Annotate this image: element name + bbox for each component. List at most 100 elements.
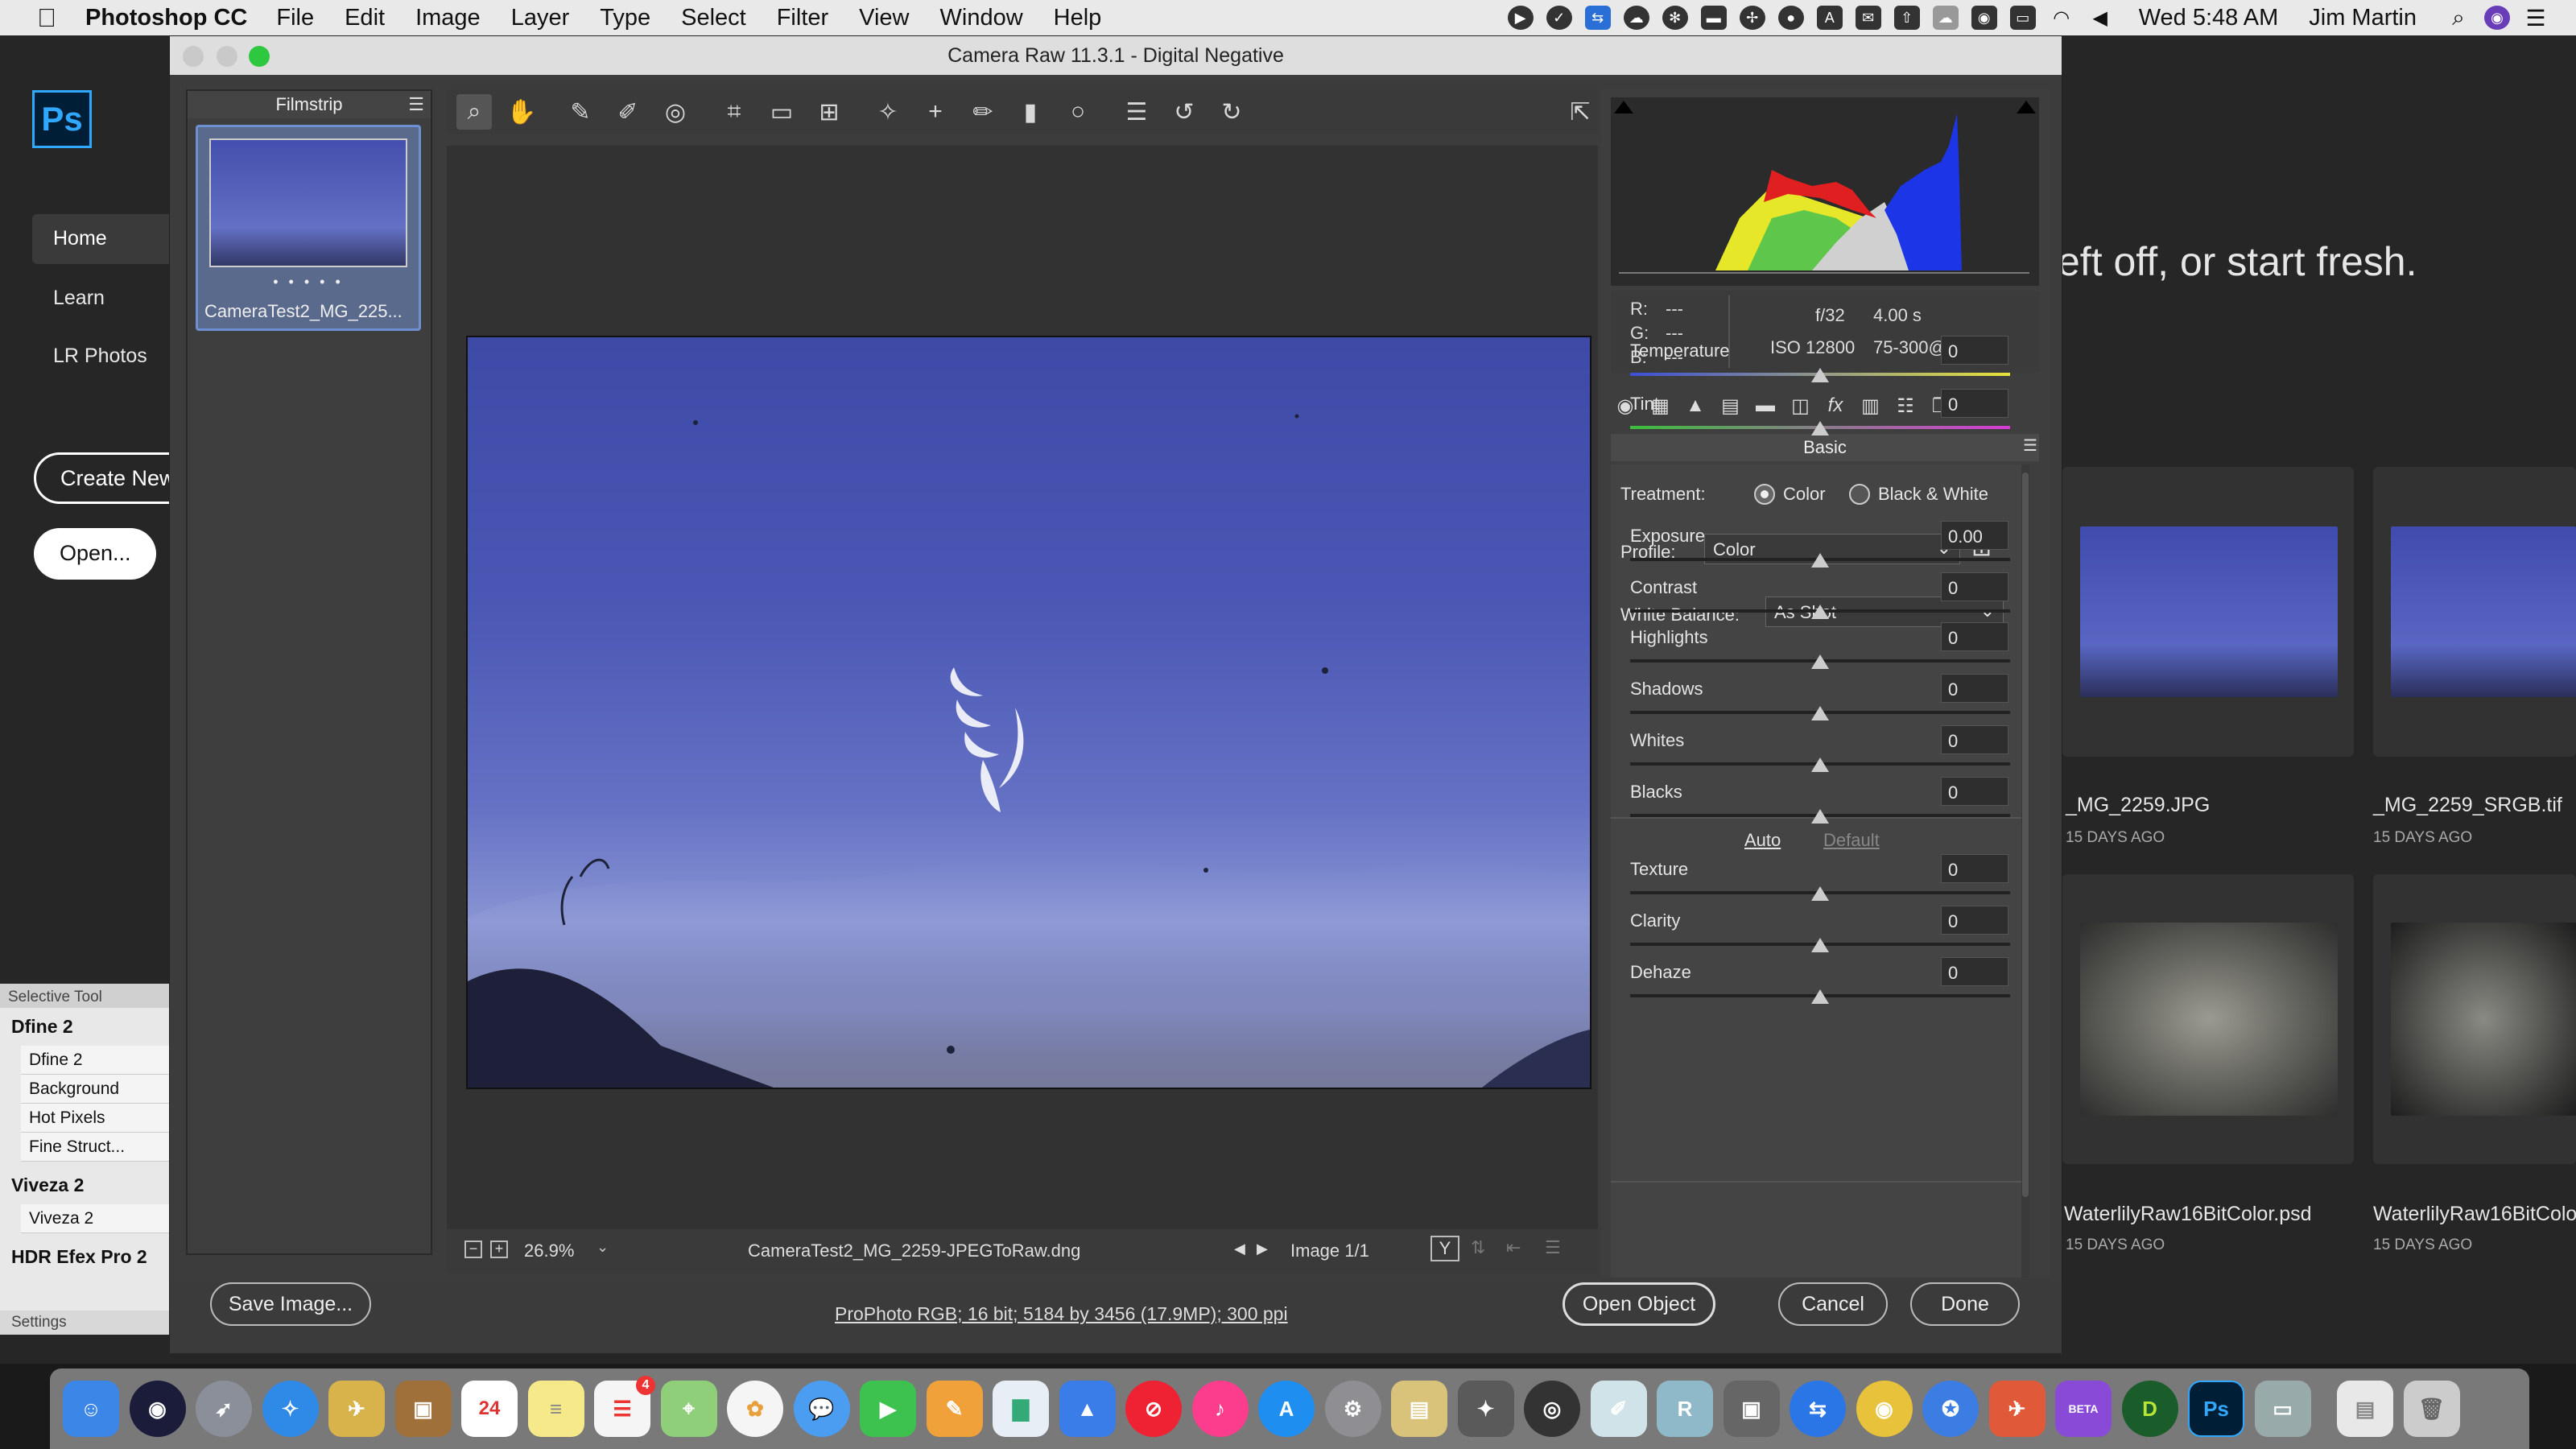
photos-status-icon[interactable]: ◉ xyxy=(1971,6,1997,30)
slider-tint[interactable]: Tint 0 xyxy=(1620,389,2010,439)
cancel-button[interactable]: Cancel xyxy=(1778,1282,1888,1326)
messages-icon[interactable]: 💬 xyxy=(793,1381,850,1437)
airplay-icon[interactable]: ▭ xyxy=(2009,6,2036,30)
radial-filter-icon[interactable]: ○ xyxy=(1060,94,1096,130)
numbers-icon[interactable]: ▇ xyxy=(993,1381,1049,1437)
rotate-right-icon[interactable]: ↻ xyxy=(1214,94,1249,130)
nik-group-hdr-efex[interactable]: HDR Efex Pro 2 xyxy=(0,1238,171,1276)
nik-settings-link[interactable]: Settings xyxy=(0,1311,171,1335)
menu-help[interactable]: Help xyxy=(1054,5,1102,31)
dxo-app-icon[interactable]: D xyxy=(2121,1381,2178,1437)
reminders-icon[interactable]: 4 ☰ xyxy=(594,1376,655,1437)
slider-value-field[interactable]: 0 xyxy=(1941,572,2008,601)
slider-thumb[interactable] xyxy=(1811,989,1829,1004)
nik-item-hot-pixels[interactable]: Hot Pixels xyxy=(21,1104,171,1133)
slider-thumb[interactable] xyxy=(1811,368,1829,382)
filmstrip-menu-icon[interactable]: ☰ xyxy=(408,94,424,115)
raw-converter-icon[interactable]: R xyxy=(1657,1381,1713,1437)
image-viewer-icon[interactable]: ▭ xyxy=(2254,1381,2311,1437)
slider-value-field[interactable]: 0 xyxy=(1941,906,2008,935)
slider-thumb[interactable] xyxy=(1811,654,1829,669)
slider-exposure[interactable]: Exposure 0.00 xyxy=(1620,521,2010,571)
panel-menu-icon[interactable]: ☰ xyxy=(2023,436,2037,456)
adjustment-brush-icon[interactable]: ✏ xyxy=(965,94,1001,130)
slider-thumb[interactable] xyxy=(1811,605,1829,619)
slider-value-field[interactable]: 0 xyxy=(1941,777,2008,806)
spot-removal-tool-icon[interactable]: ✧ xyxy=(870,94,906,130)
cloud-upload-icon[interactable]: ⇧ xyxy=(1893,6,1920,30)
recent-file-thumbnail[interactable] xyxy=(2391,923,2576,1116)
maps-icon[interactable]: ⌖ xyxy=(660,1381,717,1437)
beta-app-icon[interactable]: BETA xyxy=(2055,1381,2112,1437)
nik-group-viveza[interactable]: Viveza 2 xyxy=(0,1166,171,1204)
slider-contrast[interactable]: Contrast 0 xyxy=(1620,572,2010,622)
chat-status-icon[interactable]: ✉ xyxy=(1855,6,1881,30)
menu-view[interactable]: View xyxy=(859,5,909,31)
recent-file-thumbnail[interactable] xyxy=(2080,923,2338,1116)
shadow-clipping-warning-icon[interactable] xyxy=(1614,101,1633,114)
rotate-left-icon[interactable]: ↺ xyxy=(1166,94,1202,130)
launchpad-icon[interactable]: ➶ xyxy=(196,1381,252,1437)
photo-editor-icon[interactable]: ✦ xyxy=(1457,1381,1514,1437)
nik-group-dfine[interactable]: Dfine 2 xyxy=(0,1008,171,1046)
slider-thumb[interactable] xyxy=(1811,809,1829,824)
play-status-icon[interactable]: ▶ xyxy=(1507,6,1534,30)
recent-file-thumbnail[interactable] xyxy=(2391,526,2576,697)
camera-app-icon[interactable]: ◎ xyxy=(1524,1381,1580,1437)
siri-icon[interactable]: ◉ xyxy=(129,1381,186,1437)
zoom-in-icon[interactable]: + xyxy=(490,1241,508,1258)
notes-icon[interactable]: ≡ xyxy=(527,1381,584,1437)
butterfly-icon[interactable]: ✻ xyxy=(1662,6,1688,30)
app-name-menu[interactable]: Photoshop CC xyxy=(85,5,247,31)
menu-image[interactable]: Image xyxy=(415,5,481,31)
treatment-color-radio[interactable] xyxy=(1754,484,1775,505)
nav-home[interactable]: Home xyxy=(32,214,185,264)
zoom-window-button[interactable] xyxy=(249,46,270,67)
slider-highlights[interactable]: Highlights 0 xyxy=(1620,622,2010,672)
nik-item-dfine[interactable]: Dfine 2 xyxy=(21,1046,171,1075)
photoshop-dock-icon[interactable]: Ps xyxy=(2188,1381,2244,1437)
system-preferences-icon[interactable]: ⚙ xyxy=(1324,1381,1381,1437)
filmstrip-thumbnail[interactable]: • • • • • CameraTest2_MG_225... xyxy=(196,125,421,331)
menu-select[interactable]: Select xyxy=(681,5,746,31)
open-button[interactable]: Open... xyxy=(34,528,156,580)
minimize-window-button[interactable] xyxy=(217,46,237,67)
save-image-button[interactable]: Save Image... xyxy=(210,1282,371,1326)
panel-scrollbar[interactable] xyxy=(2021,464,2029,1278)
recent-file-name[interactable]: WaterlilyRaw16BitColor.psd xyxy=(2064,1203,2312,1226)
photos-icon[interactable]: ✿ xyxy=(727,1381,783,1437)
slider-value-field[interactable]: 0 xyxy=(1941,336,2008,365)
clock[interactable]: Wed 5:48 AM xyxy=(2139,5,2279,31)
slider-value-field[interactable]: 0 xyxy=(1941,674,2008,703)
facetime-icon[interactable]: ▶ xyxy=(860,1381,916,1437)
slider-texture[interactable]: Texture 0 xyxy=(1620,854,2010,904)
slider-thumb[interactable] xyxy=(1811,758,1829,772)
search-icon[interactable]: ⌕ xyxy=(2446,5,2471,30)
treatment-bw-label[interactable]: Black & White xyxy=(1878,484,1988,505)
treatment-color-label[interactable]: Color xyxy=(1783,484,1826,505)
documents-folder-icon[interactable]: ▤ xyxy=(2337,1381,2393,1437)
chrome-icon[interactable]: ◉ xyxy=(1856,1381,1913,1437)
teamviewer-icon[interactable]: ⇆ xyxy=(1790,1381,1846,1437)
zoom-tool-icon[interactable]: ⌕ xyxy=(456,94,492,130)
menu-edit[interactable]: Edit xyxy=(345,5,385,31)
straighten-tool-icon[interactable]: ▭ xyxy=(764,94,799,130)
crop-tool-icon[interactable]: ⌗ xyxy=(716,94,752,130)
targeted-adjustment-tool-icon[interactable]: ◎ xyxy=(658,94,693,130)
nik-item-fine-structure[interactable]: Fine Struct... xyxy=(21,1133,171,1162)
previous-image-icon[interactable]: ◀ xyxy=(1234,1241,1245,1257)
slider-value-field[interactable]: 0 xyxy=(1941,854,2008,883)
font-icon[interactable]: A xyxy=(1816,6,1843,30)
fullscreen-toggle-icon[interactable]: ⇱ xyxy=(1563,94,1598,130)
treatment-bw-radio[interactable] xyxy=(1849,484,1870,505)
nav-lr-photos[interactable]: LR Photos xyxy=(53,345,147,368)
copy-settings-icon[interactable]: ⇤ xyxy=(1506,1237,1521,1258)
slider-thumb[interactable] xyxy=(1811,706,1829,720)
slider-value-field[interactable]: 0.00 xyxy=(1941,521,2008,550)
finder-icon[interactable]: ☺ xyxy=(63,1381,119,1437)
recent-file-name[interactable]: WaterlilyRaw16BitColo xyxy=(2373,1203,2576,1226)
scrollbar-thumb[interactable] xyxy=(2022,473,2029,1197)
cloud-sync-icon[interactable]: ☁ xyxy=(1623,6,1649,30)
app-store-icon[interactable]: A xyxy=(1258,1381,1315,1437)
screenshot-app-icon[interactable]: ▣ xyxy=(1723,1381,1780,1437)
